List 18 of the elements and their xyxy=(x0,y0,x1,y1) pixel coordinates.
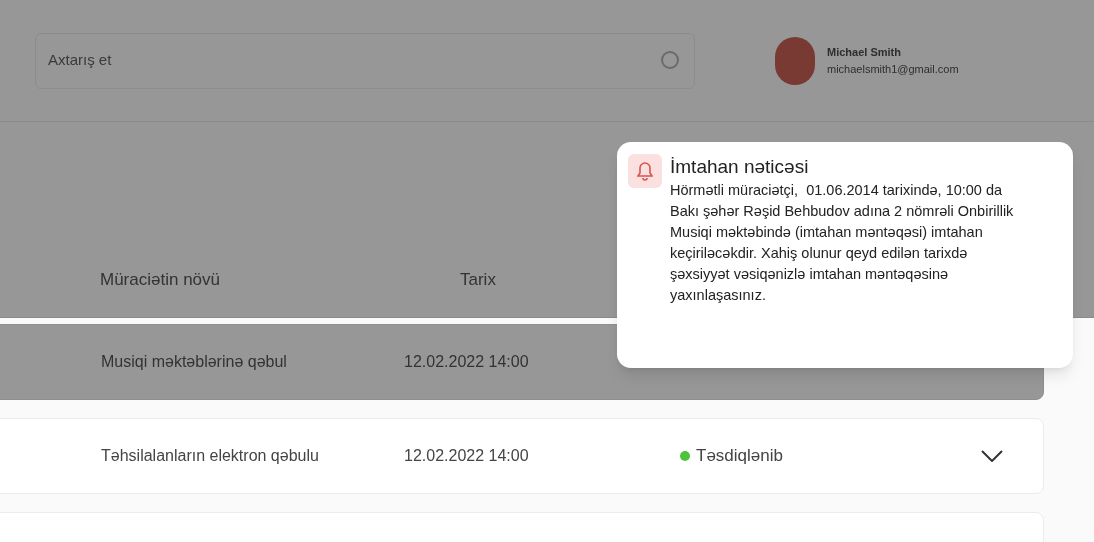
notification-title: İmtahan nəticəsi xyxy=(670,155,810,179)
search-icon[interactable] xyxy=(660,49,682,72)
table-cell-text: Musiqi məktəblərinə qəbul xyxy=(101,352,288,372)
chevron-down-icon[interactable] xyxy=(981,450,1003,462)
user-email: michaelsmith1@gmail.com xyxy=(827,61,959,77)
notification-body: Hörmətli müraciətçi, 01.06.2014 tarixində, 10:00 da Bakı şəhər Rəşid Behbudov adına 2 nömrəli Onbirillik Musiqi məktəbində (imtahan məntəqəsi) imtahan keçiriləcəkdir. Xahiş olunur qeyd edilən tarixdə şəxsiyyət vəsiqənizlə imtahan məntəqəsinə yaxınlaşasınız. xyxy=(670,181,1015,305)
table-row[interactable]: Təhsilalanların elektron qəbulu 12.02.2022 14:00 Təsdiqlənib xyxy=(0,418,1044,494)
table-cell-text: 12.02.2022 14:00 xyxy=(404,352,530,372)
column-header: Tarix xyxy=(460,269,497,291)
column-header: Müraciətin növü xyxy=(100,269,221,291)
avatar xyxy=(775,36,815,85)
table-cell-text: 12.02.2022 14:00 xyxy=(404,446,530,466)
status-label: Təsdiqlənib xyxy=(696,445,783,468)
user-name: Michael Smith xyxy=(827,45,902,60)
search-field[interactable]: Axtarış et xyxy=(35,32,695,89)
bell-icon xyxy=(628,154,662,188)
table-cell-text: Təhsilalanların elektron qəbulu xyxy=(101,446,320,466)
search-input[interactable]: Axtarış et xyxy=(48,49,660,72)
